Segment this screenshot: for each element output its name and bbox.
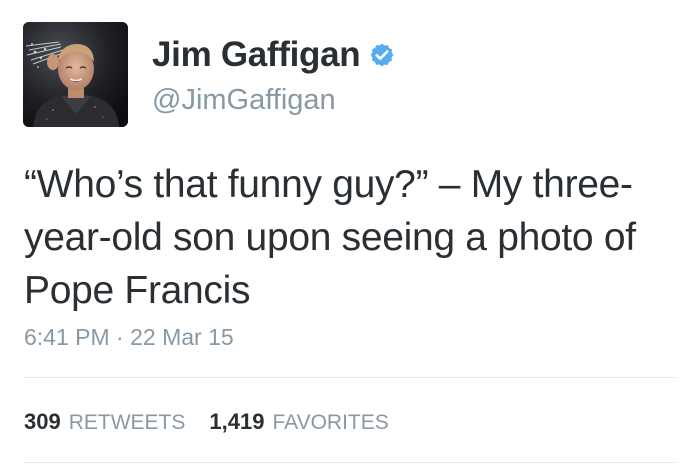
retweet-count: 309 [24,409,61,434]
user-handle[interactable]: @JimGaffigan [152,82,336,118]
favorites-stat[interactable]: 1,419 FAVORITES [209,407,388,438]
display-name[interactable]: Jim Gaffigan [152,33,361,77]
divider [24,462,676,463]
tweet-text: “Who’s that funny guy?” – My three- year… [24,163,636,312]
favorite-count: 1,419 [209,409,265,434]
favorite-label: FAVORITES [272,411,389,434]
avatar-photo [23,22,128,127]
tweet-detail: Jim Gaffigan @JimGaffigan “Who’s that fu… [0,0,700,467]
retweets-stat[interactable]: 309 RETWEETS [24,407,185,438]
tweet-timestamp[interactable]: 6:41 PM · 22 Mar 15 [24,322,234,352]
retweet-label: RETWEETS [68,411,186,434]
name-row: Jim Gaffigan [152,33,395,77]
avatar[interactable] [23,22,128,127]
verified-badge-icon [369,42,395,68]
divider [24,377,676,378]
tweet-stats: 309 RETWEETS 1,419 FAVORITES [24,407,413,438]
